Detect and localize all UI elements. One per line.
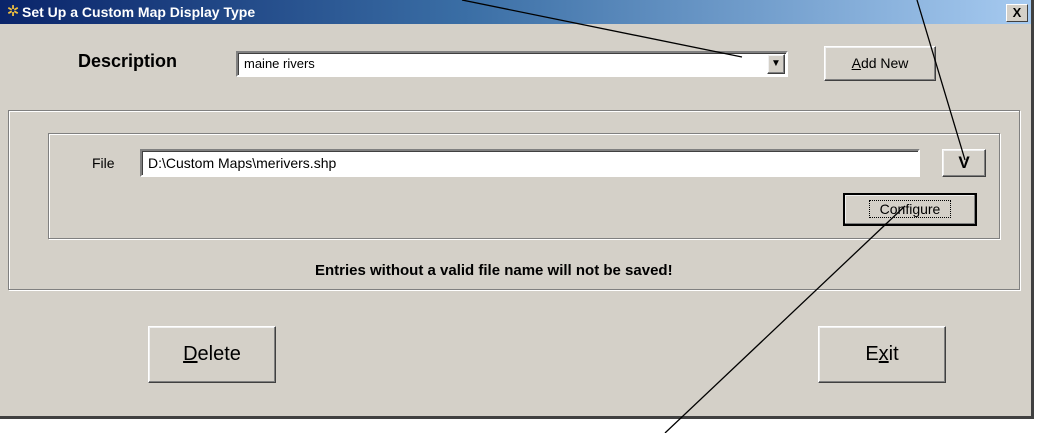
annotation-lines [461,0,966,433]
annotation-line-configure [664,205,906,433]
annotation-line-dropdown [461,0,743,58]
annotation-line-browse [916,0,966,161]
